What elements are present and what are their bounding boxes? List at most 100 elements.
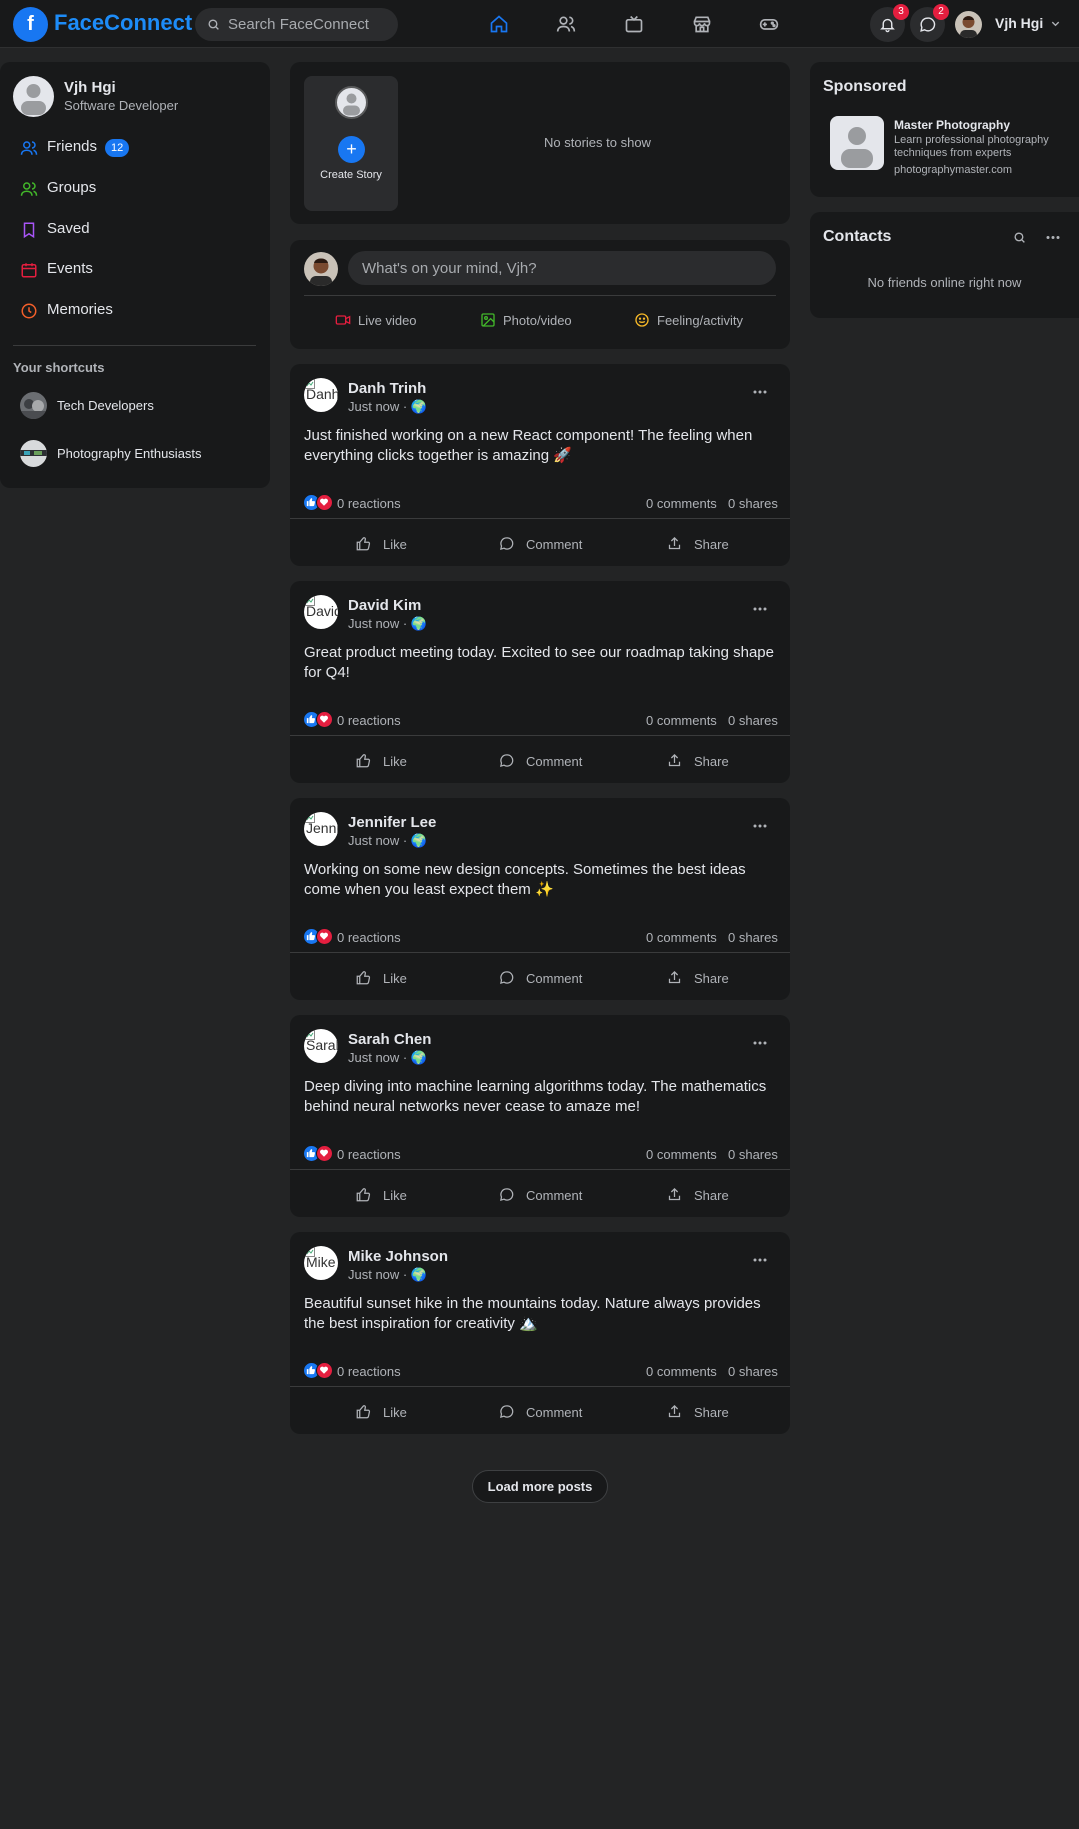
comment-label: Comment (526, 971, 583, 986)
reaction-icons[interactable] (303, 1145, 335, 1163)
messages-badge: 2 (933, 4, 949, 20)
shares-count[interactable]: 0 shares (728, 713, 778, 728)
watch-icon[interactable] (624, 14, 644, 34)
reactions-count[interactable]: 0 reactions (337, 496, 401, 511)
comments-count[interactable]: 0 comments (646, 1364, 717, 1379)
comment-label: Comment (526, 537, 583, 552)
sidebar-item-groups[interactable]: Groups (18, 177, 258, 201)
comment-label: Comment (526, 1188, 583, 1203)
sidebar-item-label: Saved (47, 220, 90, 237)
comment-icon (500, 971, 514, 985)
home-icon[interactable] (489, 14, 509, 34)
comments-count[interactable]: 0 comments (646, 930, 717, 945)
friends-icon[interactable] (556, 14, 576, 34)
avatar-alt-text: Danh (306, 386, 338, 402)
post-avatar[interactable]: Sarah (304, 1029, 338, 1063)
profile-avatar[interactable] (13, 76, 54, 117)
avatar[interactable] (955, 11, 982, 38)
search-icon[interactable] (1013, 231, 1026, 244)
feeling-activity-label: Feeling/activity (657, 313, 743, 328)
sidebar-item-events[interactable]: Events (18, 258, 258, 282)
thumbs-up-icon (356, 537, 371, 551)
comments-count[interactable]: 0 comments (646, 496, 717, 511)
more-options-icon[interactable] (753, 390, 767, 394)
like-label: Like (383, 754, 407, 769)
shares-count[interactable]: 0 shares (728, 1147, 778, 1162)
post-author[interactable]: Sarah Chen (348, 1031, 431, 1048)
share-label: Share (694, 537, 729, 552)
post-author[interactable]: Mike Johnson (348, 1248, 448, 1265)
comments-count[interactable]: 0 comments (646, 713, 717, 728)
sidebar-item-memories[interactable]: Memories (18, 299, 258, 323)
thumbs-up-icon (356, 971, 371, 985)
ad-url[interactable]: photographymaster.com (894, 164, 1012, 176)
post-avatar[interactable]: Jennifer (304, 812, 338, 846)
reaction-icons[interactable] (303, 711, 335, 729)
post-composer: Live video Photo/video Feeling/activity (290, 240, 790, 349)
search-bar[interactable] (195, 8, 398, 41)
reaction-icons[interactable] (303, 1362, 335, 1380)
avatar[interactable] (304, 252, 338, 286)
load-more-button[interactable]: Load more posts (472, 1470, 608, 1503)
more-options-icon[interactable] (1046, 231, 1060, 244)
shares-count[interactable]: 0 shares (728, 930, 778, 945)
sidebar-item-friends[interactable]: Friends 12 (18, 136, 258, 160)
more-options-icon[interactable] (753, 1041, 767, 1045)
messages-button[interactable]: 2 (910, 4, 949, 42)
post-avatar[interactable]: Mike (304, 1246, 338, 1280)
reactions-count[interactable]: 0 reactions (337, 930, 401, 945)
status-input[interactable] (348, 251, 776, 285)
sidebar-item-saved[interactable]: Saved (18, 218, 258, 242)
post-card: Danh Danh Trinh Just now · 🌍 Just finish… (290, 364, 790, 566)
comment-label: Comment (526, 1405, 583, 1420)
thumbs-up-icon (356, 1405, 371, 1419)
clock-icon (21, 303, 37, 319)
no-stories-text: No stories to show (544, 135, 651, 150)
search-input[interactable] (228, 8, 393, 41)
reaction-icons[interactable] (303, 928, 335, 946)
more-options-icon[interactable] (753, 1258, 767, 1262)
more-options-icon[interactable] (753, 607, 767, 611)
ad-image[interactable] (830, 116, 884, 170)
shares-count[interactable]: 0 shares (728, 1364, 778, 1379)
marketplace-icon[interactable] (692, 14, 712, 34)
brand-name[interactable]: FaceConnect (54, 10, 192, 36)
calendar-icon (21, 263, 37, 278)
share-label: Share (694, 754, 729, 769)
video-camera-icon (335, 315, 351, 325)
username[interactable]: Vjh Hgi (995, 15, 1043, 31)
sidebar-item-label: Groups (47, 179, 97, 196)
story-avatar (335, 86, 368, 119)
comments-count[interactable]: 0 comments (646, 1147, 717, 1162)
reactions-count[interactable]: 0 reactions (337, 1364, 401, 1379)
reactions-count[interactable]: 0 reactions (337, 713, 401, 728)
post-author[interactable]: Danh Trinh (348, 380, 426, 397)
post-text: Just finished working on a new React com… (304, 427, 753, 464)
profile-name[interactable]: Vjh Hgi (64, 79, 116, 96)
group-image (20, 440, 47, 467)
post-avatar[interactable]: Danh (304, 378, 338, 412)
gaming-icon[interactable] (759, 14, 779, 34)
chevron-down-icon[interactable] (1050, 18, 1061, 29)
shortcut-tech-developers[interactable]: Tech Developers (20, 392, 260, 420)
post-text: Great product meeting today. Excited to … (304, 644, 774, 681)
like-label: Like (383, 971, 407, 986)
sidebar-item-label: Events (47, 260, 93, 277)
post-card: Sarah Sarah Chen Just now · 🌍 Deep divin… (290, 1015, 790, 1217)
post-author[interactable]: David Kim (348, 597, 421, 614)
notifications-button[interactable]: 3 (870, 4, 909, 42)
reactions-count[interactable]: 0 reactions (337, 1147, 401, 1162)
post-avatar[interactable]: David (304, 595, 338, 629)
ad-title[interactable]: Master Photography (894, 118, 1010, 132)
create-story-button[interactable]: + Create Story (304, 76, 398, 211)
love-reaction-icon (316, 494, 333, 511)
love-reaction-icon (316, 1145, 333, 1162)
shortcut-photography-enthusiasts[interactable]: Photography Enthusiasts (20, 440, 260, 468)
comment-icon (500, 754, 514, 768)
post-author[interactable]: Jennifer Lee (348, 814, 436, 831)
top-navbar: f FaceConnect 3 2 Vjh Hgi (0, 0, 1079, 48)
reaction-icons[interactable] (303, 494, 335, 512)
more-options-icon[interactable] (753, 824, 767, 828)
logo-icon[interactable]: f (13, 7, 48, 42)
shares-count[interactable]: 0 shares (728, 496, 778, 511)
